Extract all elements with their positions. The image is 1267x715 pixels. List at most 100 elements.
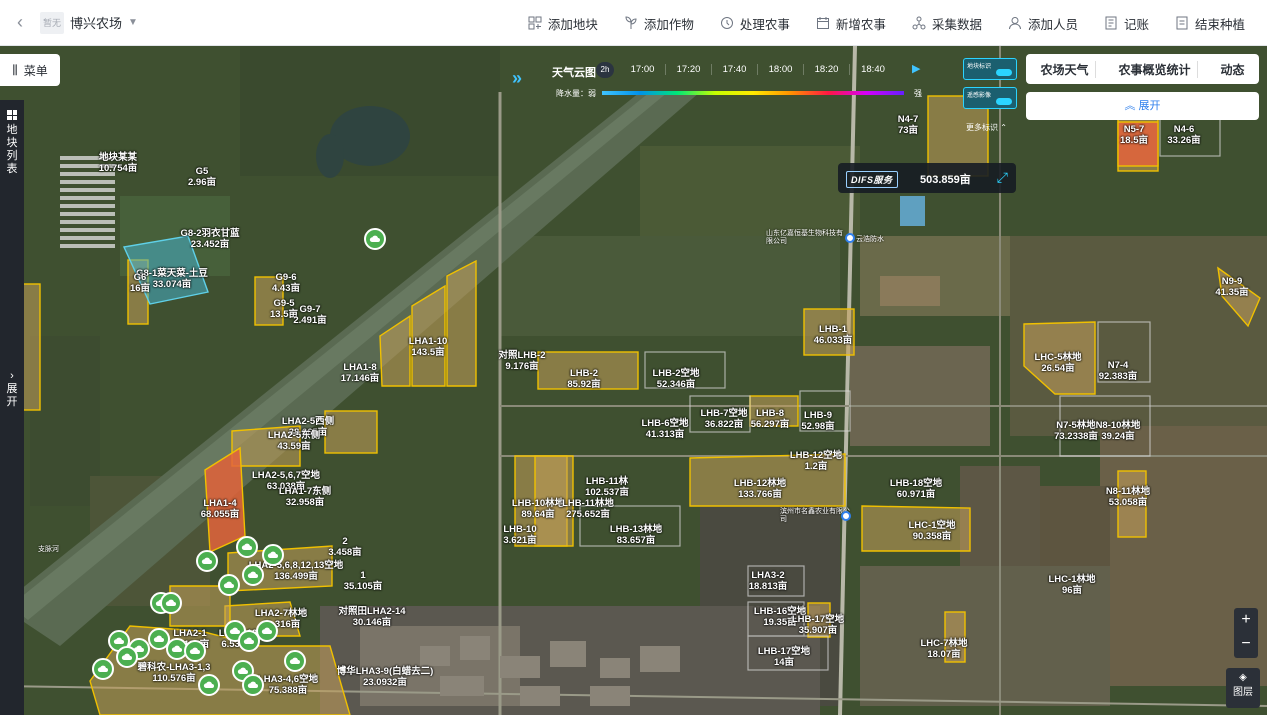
- plot-label[interactable]: LHB-10 3.621亩: [503, 524, 536, 546]
- plot-label[interactable]: LHC-7林地 18.07亩: [921, 638, 968, 660]
- action-clock[interactable]: 处理农事: [720, 14, 790, 33]
- plot-label[interactable]: LHA1-8 17.146亩: [341, 362, 380, 384]
- plot-label[interactable]: LHB-8 56.297亩: [751, 408, 790, 430]
- time-step[interactable]: 17:20: [666, 64, 712, 75]
- weather-cloud-marker[interactable]: [262, 544, 284, 566]
- tab-farm-stats[interactable]: 农事概览统计: [1112, 60, 1198, 78]
- fullscreen-icon[interactable]: ⤢: [997, 169, 1008, 186]
- plot-label[interactable]: G6 16亩: [130, 272, 150, 294]
- time-step[interactable]: 18:20: [804, 64, 850, 75]
- time-step[interactable]: 17:00: [620, 64, 666, 75]
- weather-cloud-marker[interactable]: [184, 640, 206, 662]
- plot-label[interactable]: LHA3-2 18.813亩: [749, 570, 788, 592]
- plot-label[interactable]: LHB-9 52.98亩: [801, 410, 834, 432]
- weather-cloud-marker[interactable]: [92, 658, 114, 680]
- tab-farm-weather[interactable]: 农场天气: [1034, 60, 1096, 78]
- layers-button[interactable]: ◈ 图层: [1226, 668, 1260, 708]
- plot-label[interactable]: N5-7 18.5亩: [1120, 124, 1148, 146]
- plot-label[interactable]: G5 2.96亩: [188, 166, 216, 188]
- double-chevron-icon[interactable]: »: [512, 68, 522, 89]
- weather-cloud-marker[interactable]: [242, 674, 264, 696]
- plot-label[interactable]: LHB-13林地 83.657亩: [610, 524, 662, 546]
- zoom-in-button[interactable]: +: [1234, 608, 1258, 632]
- plot-label[interactable]: 2 3.458亩: [328, 536, 361, 558]
- plot-label[interactable]: LHB-17空地 14亩: [758, 646, 810, 668]
- interval-pill[interactable]: 2h: [596, 62, 614, 78]
- plot-label[interactable]: LHC-1林地 96亩: [1049, 574, 1096, 596]
- menu-button[interactable]: ⫼ 菜单: [0, 54, 60, 86]
- toggle-switch[interactable]: [996, 69, 1012, 76]
- action-ledger[interactable]: 记账: [1104, 14, 1149, 33]
- plot-list-rail[interactable]: 地块列表 › 展开: [0, 100, 24, 715]
- plot-label[interactable]: LHA1-7东侧 32.958亩: [279, 486, 331, 508]
- plot-label[interactable]: G9-7 2.491亩: [293, 304, 326, 326]
- plot-label[interactable]: LHA3-4,6空地 75.388亩: [258, 674, 318, 696]
- plot-label[interactable]: LHB-12林地 133.766亩: [734, 478, 786, 500]
- plot-label[interactable]: 1 35.105亩: [344, 570, 383, 592]
- action-calendar[interactable]: 新增农事: [816, 14, 886, 33]
- plot-label[interactable]: LHB-17空地 35.907亩: [792, 614, 844, 636]
- weather-cloud-marker[interactable]: [116, 646, 138, 668]
- plot-label[interactable]: LHB-12空地 1.2亩: [790, 450, 842, 472]
- plot-label[interactable]: 地块某某 10.754亩: [99, 152, 138, 174]
- plot-label[interactable]: N4-6 33.26亩: [1167, 124, 1200, 146]
- play-icon[interactable]: ▶: [912, 62, 920, 75]
- pin-icon[interactable]: [845, 233, 855, 243]
- plot-label[interactable]: N8-10林地 39.24亩: [1096, 420, 1141, 442]
- plot-label[interactable]: LHA1-4 68.055亩: [201, 498, 240, 520]
- plot-label[interactable]: LHB-1 46.033亩: [814, 324, 853, 346]
- plot-label[interactable]: 博华LHA3-9(白蜡去二) 23.0932亩: [337, 666, 434, 688]
- tab-activity[interactable]: 动态: [1214, 61, 1250, 78]
- farm-map[interactable]: 地块某某 10.754亩 G5 2.96亩 G8-2羽衣甘蓝 23.452亩 G8-1菜天菜…: [0, 46, 1267, 715]
- action-plots[interactable]: 添加地块: [528, 14, 598, 33]
- expand-button[interactable]: ︽ 展开: [1026, 92, 1259, 120]
- weather-cloud-marker[interactable]: [236, 536, 258, 558]
- pin-icon[interactable]: [841, 511, 851, 521]
- weather-cloud-marker[interactable]: [196, 550, 218, 572]
- action-person[interactable]: 添加人员: [1008, 14, 1078, 33]
- plot-label[interactable]: LHB-2空地 52.346亩: [653, 368, 700, 390]
- plot-label[interactable]: N7-4 92.383亩: [1099, 360, 1138, 382]
- plot-label[interactable]: LHB-6空地 41.313亩: [642, 418, 689, 440]
- plot-label[interactable]: N8-11林地 53.058亩: [1106, 486, 1150, 508]
- weather-cloud-marker[interactable]: [160, 592, 182, 614]
- weather-cloud-marker[interactable]: [198, 674, 220, 696]
- plot-label[interactable]: LHB-7空地 36.822亩: [701, 408, 748, 430]
- plot-label[interactable]: 对照LHB-2 9.176亩: [499, 350, 546, 372]
- weather-cloud-marker[interactable]: [256, 620, 278, 642]
- plot-label[interactable]: LHB-18空地 60.971亩: [890, 478, 942, 500]
- weather-cloud-marker[interactable]: [364, 228, 386, 250]
- plot-label[interactable]: LHB-2 85.92亩: [567, 368, 600, 390]
- chevron-down-icon[interactable]: ▼: [128, 17, 138, 28]
- plot-mark-toggle[interactable]: 地块标识: [963, 58, 1017, 80]
- plot-label[interactable]: N7-5林地 73.2338亩: [1054, 420, 1098, 442]
- plot-label[interactable]: N9-9 41.35亩: [1215, 276, 1248, 298]
- plot-label[interactable]: G8-2羽衣甘蓝 23.452亩: [180, 228, 239, 250]
- plot-label[interactable]: G9-6 4.43亩: [272, 272, 300, 294]
- zoom-out-button[interactable]: −: [1234, 632, 1258, 656]
- time-step[interactable]: 18:00: [758, 64, 804, 75]
- back-icon[interactable]: ‹: [0, 12, 40, 33]
- time-step[interactable]: 17:40: [712, 64, 758, 75]
- remote-sensing-toggle[interactable]: 遥感影像: [963, 87, 1017, 109]
- plot-label[interactable]: LHC-1空地 90.358亩: [909, 520, 956, 542]
- farm-selector[interactable]: 博兴农场: [70, 13, 122, 32]
- weather-cloud-marker[interactable]: [218, 574, 240, 596]
- plot-label[interactable]: LHB-10林地 89.64亩: [512, 498, 564, 520]
- plot-label[interactable]: 对照田LHA2-14 30.146亩: [338, 606, 405, 628]
- toggle-switch[interactable]: [996, 98, 1012, 105]
- plot-label[interactable]: LHA1-10 143.5亩: [409, 336, 448, 358]
- plot-label[interactable]: LHB-11林地 275.652亩: [562, 498, 614, 520]
- action-crop[interactable]: 添加作物: [624, 14, 694, 33]
- plot-label[interactable]: LHB-11林 102.537亩: [585, 476, 629, 498]
- plot-label[interactable]: N4-7 73亩: [898, 114, 919, 136]
- plot-label[interactable]: LHA2-5东侧 43.59亩: [268, 430, 320, 452]
- weather-cloud-marker[interactable]: [242, 564, 264, 586]
- more-marks-button[interactable]: 更多标识 ⌃: [966, 122, 1007, 133]
- plot-label[interactable]: LHC-5林地 26.54亩: [1035, 352, 1082, 374]
- action-collect[interactable]: 采集数据: [912, 14, 982, 33]
- time-step[interactable]: 18:40: [850, 64, 896, 75]
- action-end[interactable]: 结束种植: [1175, 14, 1245, 33]
- expand-rail-button[interactable]: › 展开: [0, 370, 24, 409]
- weather-cloud-marker[interactable]: [284, 650, 306, 672]
